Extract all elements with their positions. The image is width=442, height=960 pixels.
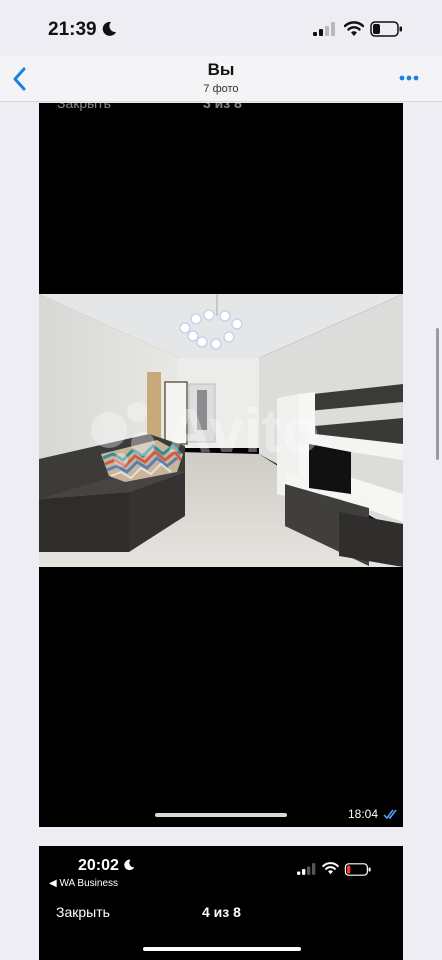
home-indicator xyxy=(155,813,287,817)
nav-title: Вы xyxy=(207,60,235,79)
s2-close-label: Закрыть xyxy=(56,904,110,920)
wifi-icon xyxy=(344,21,364,36)
scroll-indicator[interactable] xyxy=(436,328,439,460)
image-message[interactable]: Закрыть 3 из 8 Avito 18:04 xyxy=(39,103,403,827)
more-button[interactable] xyxy=(396,70,422,86)
room-photo[interactable]: Avito xyxy=(39,294,403,567)
signal-icon xyxy=(313,22,335,36)
nav-subtitle: 7 фото xyxy=(203,83,239,95)
s2-back-link: ◀ WA Business xyxy=(49,878,119,889)
s2-counter: 4 из 8 xyxy=(202,904,241,920)
moon-icon xyxy=(102,21,116,36)
status-time: 21:39 xyxy=(48,19,97,40)
status-bar: 21:39 xyxy=(0,0,442,56)
ellipsis-icon xyxy=(399,75,419,81)
ghost-counter: 3 из 8 xyxy=(203,103,242,111)
s2-status-time: 20:02 xyxy=(78,857,119,874)
signal-icon xyxy=(297,863,316,875)
battery-icon xyxy=(344,863,371,876)
message-time: 18:04 xyxy=(348,807,379,821)
home-indicator xyxy=(143,947,301,951)
wifi-icon xyxy=(322,862,339,875)
battery-icon xyxy=(370,21,402,37)
moon-icon xyxy=(124,859,135,871)
double-check-icon xyxy=(383,809,397,820)
nav-bar: Вы 7 фото xyxy=(0,56,442,102)
ghost-close-label: Закрыть xyxy=(57,103,111,111)
avito-watermark-text: Avito xyxy=(167,397,320,466)
image-message-2[interactable]: 20:02 ◀ WA Business Закрыть 4 из 8 xyxy=(39,846,403,960)
media-list[interactable]: Закрыть 3 из 8 Avito 18:04 20:02 ◀ WA Bu… xyxy=(0,103,442,960)
